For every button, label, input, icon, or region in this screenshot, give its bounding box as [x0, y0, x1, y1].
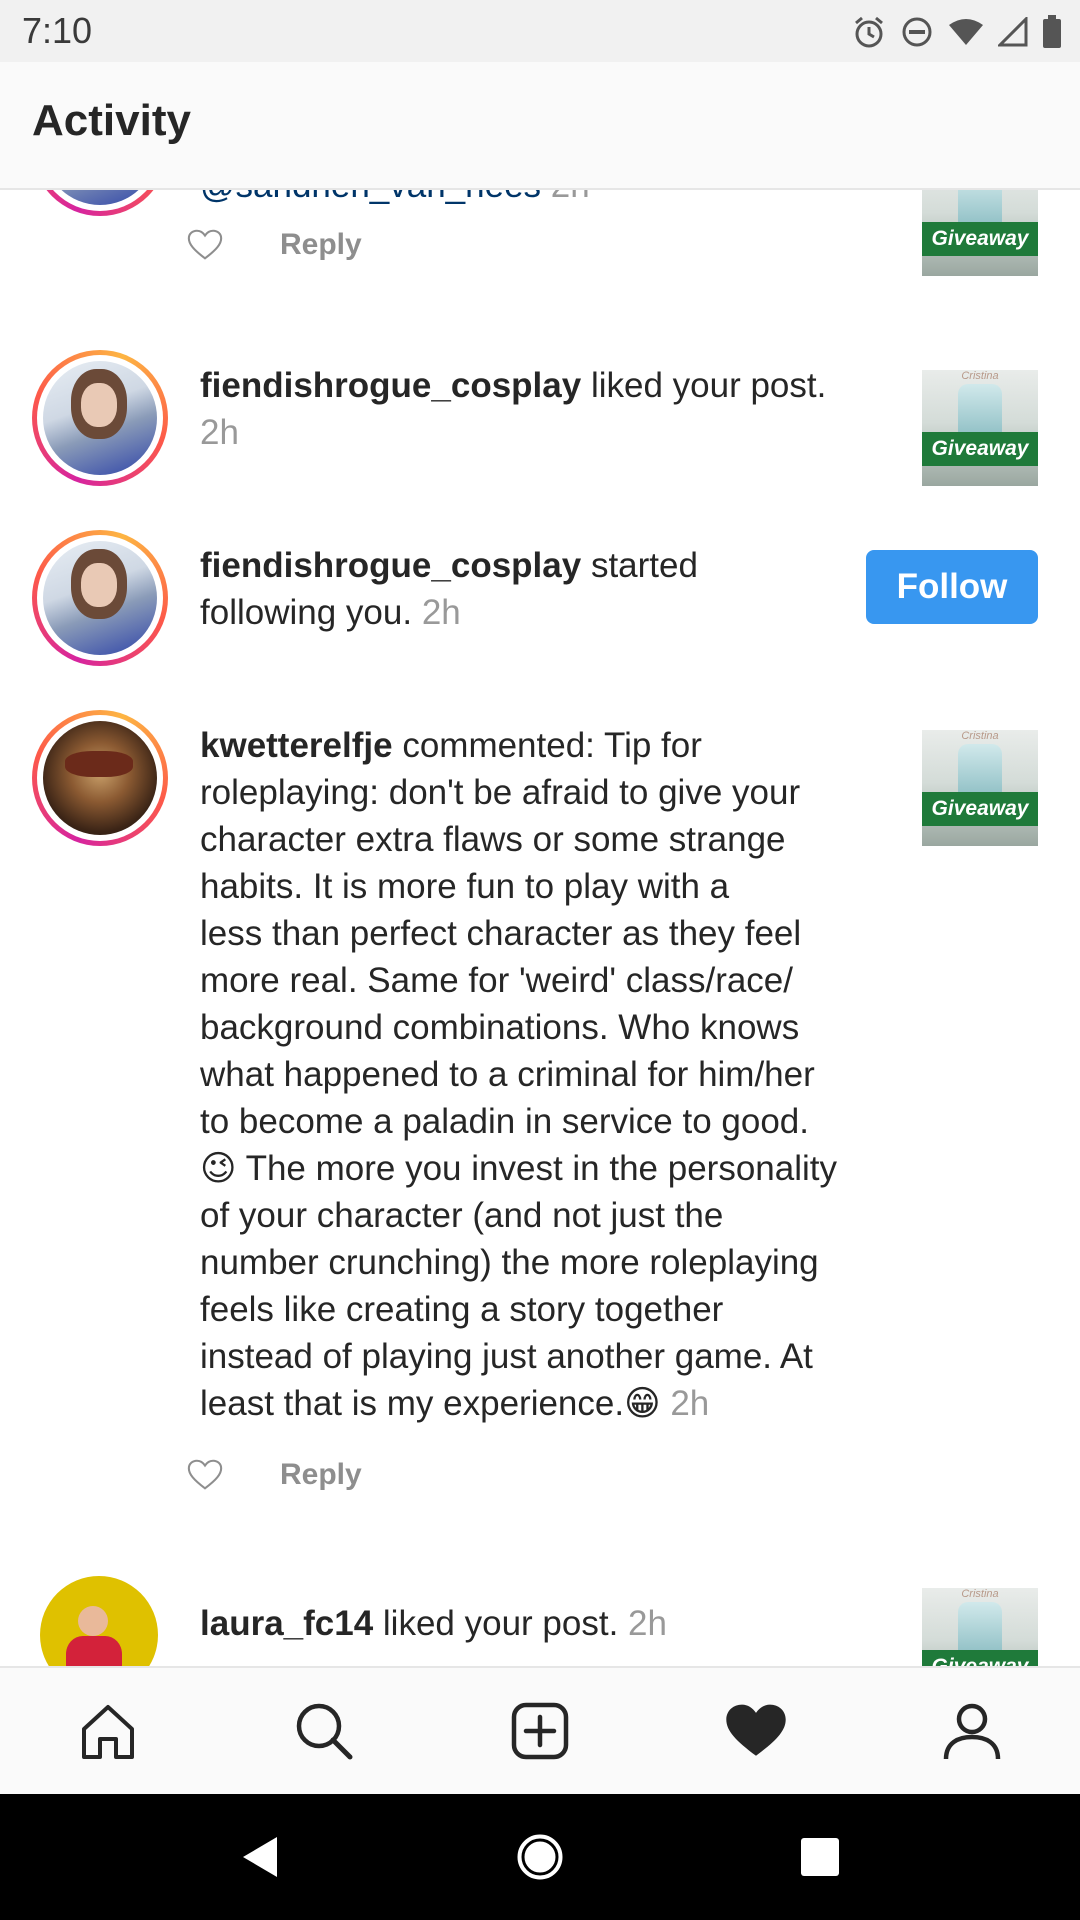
comment-line: what happened to a criminal for him/her: [200, 1055, 815, 1094]
comment-line: background combinations. Who knows: [200, 1008, 800, 1047]
comment-text: kwetterelfje commented: Tip for roleplay…: [200, 722, 900, 1427]
profile-icon: [943, 1703, 1001, 1760]
comment-line: to become a paladin in service to good.: [200, 1102, 809, 1141]
page-title: Activity: [32, 96, 191, 145]
avatar[interactable]: [32, 350, 168, 486]
notification-text: fiendishrogue_cosplay liked your post. 2…: [200, 362, 860, 456]
search-icon: [296, 1703, 353, 1760]
username[interactable]: laura_fc14: [200, 1604, 373, 1643]
wifi-icon: [949, 19, 983, 45]
thumbnail-banner: Giveaway: [922, 432, 1038, 466]
system-recents-button[interactable]: [780, 1817, 860, 1897]
thumbnail-banner: Giveaway: [922, 222, 1038, 256]
system-home-button[interactable]: [500, 1817, 580, 1897]
action-text: liked your post.: [581, 366, 827, 405]
comment-line: habits. It is more fun to play with a: [200, 867, 730, 906]
post-thumbnail[interactable]: Cristina Giveaway: [922, 190, 1038, 276]
thumbnail-brand: Cristina: [961, 730, 999, 742]
comment-line: feels like creating a story together: [200, 1290, 724, 1329]
comment-line: of your character (and not just the: [200, 1196, 724, 1235]
timestamp: 2h: [628, 1604, 667, 1643]
system-back-button[interactable]: [220, 1817, 300, 1897]
comment-line: more real. Same for 'weird' class/race/: [200, 961, 794, 1000]
comment-line: least that is my experience.😁: [200, 1384, 661, 1423]
battery-icon: [1043, 15, 1061, 48]
comment-line: instead of playing just another game. At: [200, 1337, 813, 1376]
username[interactable]: kwetterelfje: [200, 726, 393, 765]
mention-handle[interactable]: @sandrien_van_nees: [200, 190, 541, 205]
avatar[interactable]: [32, 190, 168, 216]
app-header: Activity: [0, 62, 1080, 190]
thumbnail-banner: Giveaway: [922, 1650, 1038, 1666]
follow-button[interactable]: Follow: [866, 550, 1038, 624]
comment-actions: Reply: [186, 220, 362, 270]
comment-actions: Reply: [186, 1450, 362, 1500]
action-text: liked your post.: [373, 1604, 619, 1643]
post-thumbnail[interactable]: Cristina Giveaway: [922, 1588, 1038, 1666]
nav-search[interactable]: [284, 1691, 364, 1771]
status-bar: 7:10: [0, 0, 1080, 62]
thumbnail-brand: Cristina: [961, 1588, 999, 1600]
notification-text: @sandrien_van_nees 2h: [200, 190, 590, 209]
reply-button[interactable]: Reply: [280, 1458, 362, 1492]
notification-text: laura_fc14 liked your post. 2h: [200, 1600, 860, 1647]
timestamp: 2h: [421, 593, 461, 632]
comment-line: number crunching) the more roleplaying: [200, 1243, 819, 1282]
avatar[interactable]: [40, 1576, 158, 1666]
comment-line: commented: Tip for: [392, 726, 702, 765]
reply-button[interactable]: Reply: [280, 228, 362, 262]
nav-new-post[interactable]: [500, 1691, 580, 1771]
nav-profile[interactable]: [932, 1691, 1012, 1771]
signal-icon: [998, 17, 1028, 47]
new-post-icon: [511, 1702, 569, 1760]
activity-heart-icon: [726, 1704, 786, 1756]
timestamp: 2h: [670, 1384, 710, 1423]
avatar[interactable]: [32, 710, 168, 846]
comment-line: roleplaying: don't be afraid to give you…: [200, 773, 801, 812]
thumbnail-banner: Giveaway: [922, 792, 1038, 826]
back-triangle-icon: [243, 1837, 277, 1877]
heart-outline-icon[interactable]: [186, 226, 224, 264]
home-icon: [82, 1705, 134, 1759]
home-circle-icon: [517, 1834, 563, 1880]
comment-line: 😉 The more you invest in the personality: [200, 1149, 837, 1188]
nav-activity[interactable]: [716, 1691, 796, 1771]
do-not-disturb-icon: [902, 17, 932, 47]
nav-home[interactable]: [68, 1691, 148, 1771]
system-nav-bar: [0, 1794, 1080, 1920]
comment-line: less than perfect character as they feel: [200, 914, 802, 953]
bottom-nav: [0, 1666, 1080, 1794]
comment-line: character extra flaws or some strange: [200, 820, 786, 859]
recents-square-icon: [801, 1838, 839, 1876]
activity-feed[interactable]: @sandrien_van_nees 2h Cristina Giveaway …: [0, 190, 1080, 1666]
username[interactable]: fiendishrogue_cosplay: [200, 366, 581, 405]
heart-outline-icon[interactable]: [186, 1456, 224, 1494]
avatar[interactable]: [32, 530, 168, 666]
post-thumbnail[interactable]: Cristina Giveaway: [922, 730, 1038, 846]
alarm-icon: [855, 16, 883, 48]
status-time: 7:10: [22, 10, 93, 51]
status-icons: [852, 12, 1062, 52]
username[interactable]: fiendishrogue_cosplay: [200, 546, 581, 585]
thumbnail-brand: Cristina: [961, 370, 999, 382]
timestamp: 2h: [200, 413, 239, 452]
timestamp: 2h: [551, 190, 590, 205]
post-thumbnail[interactable]: Cristina Giveaway: [922, 370, 1038, 486]
notification-text: fiendishrogue_cosplay started following …: [200, 542, 760, 636]
